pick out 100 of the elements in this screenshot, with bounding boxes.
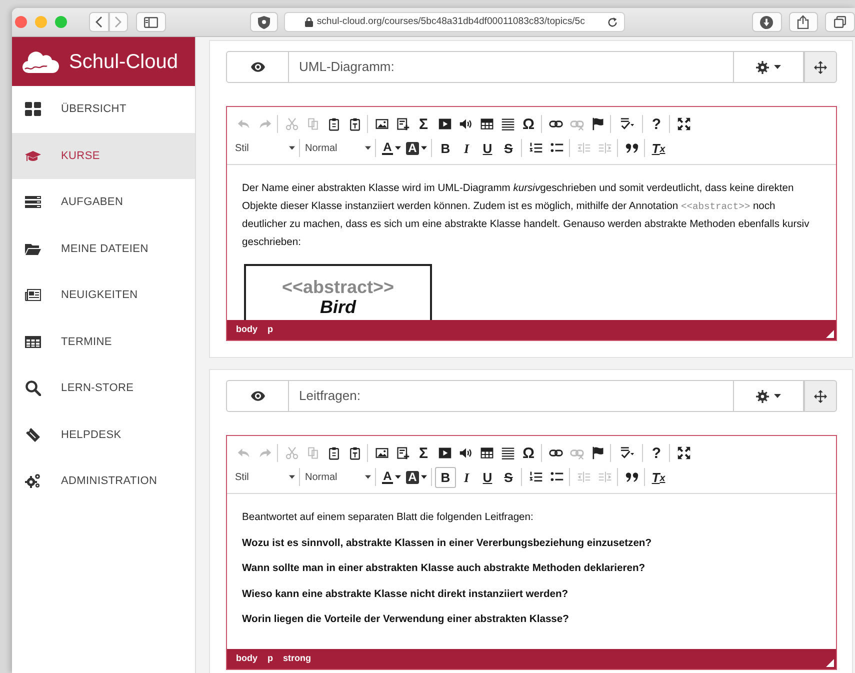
background-color-button[interactable]: A <box>404 466 429 488</box>
horizontal-line-icon <box>500 446 514 460</box>
caret-icon <box>289 475 295 479</box>
nav-item[interactable]: AUFGABEN <box>12 179 195 226</box>
caret-icon <box>774 65 781 69</box>
style-dropdown[interactable]: Stil <box>233 466 297 488</box>
flag-icon <box>590 117 604 131</box>
nav-item[interactable]: HELPDESK <box>12 412 195 458</box>
style-dropdown[interactable]: Normal <box>303 138 373 158</box>
horizontal-line-icon <box>500 117 514 131</box>
search-icon <box>25 380 41 396</box>
outdent-icon <box>576 141 590 155</box>
nav-item[interactable]: ADMINISTRATION <box>12 458 195 504</box>
caret-icon <box>420 146 427 150</box>
format-button[interactable]: S <box>498 138 519 158</box>
bullet-list-icon <box>550 470 564 484</box>
table-icon <box>480 446 494 460</box>
title-field[interactable]: Leitfragen: <box>289 380 733 412</box>
element-path-link[interactable]: p <box>268 323 273 337</box>
nav-item[interactable]: NEUIGKEITEN <box>12 272 195 318</box>
app-title: Schul-Cloud <box>69 50 178 74</box>
download-button[interactable] <box>752 12 782 32</box>
lock-icon <box>304 17 313 27</box>
text-color-button[interactable]: A <box>379 466 404 488</box>
format-button[interactable]: U <box>477 466 498 488</box>
format-button[interactable]: B <box>435 138 456 158</box>
paste-icon <box>326 446 340 460</box>
move-button[interactable] <box>804 380 837 412</box>
format-button[interactable]: I <box>456 138 477 158</box>
caret-icon <box>365 146 371 150</box>
video-icon <box>438 117 452 131</box>
element-path-link[interactable]: p <box>268 652 273 666</box>
blockquote-icon <box>624 141 638 155</box>
gear-icon <box>756 60 769 74</box>
gears-icon <box>25 473 41 490</box>
paragraph: Der Name einer abstrakten Klasse wird im UML-Diagramm kursivgeschrieben und somit verdeutlicht, dass keine direkten Objekte dieser Klasse instanziiert werden können. Zudem ist es möglich, mithilfe der Annotation <<abstract>> noch deutlicher zu machen, dass es sich um eine abstrakte Klasse handelt. Genauso werden abstrakte Methoden ebenfalls kursiv geschrieben: <box>242 182 810 250</box>
indent-icon <box>598 470 612 484</box>
symbol-button[interactable]: ? <box>646 442 667 464</box>
gear-icon <box>756 390 769 402</box>
blockquote-icon <box>624 470 638 484</box>
tasks-icon <box>25 194 41 210</box>
resize-handle[interactable] <box>826 330 834 338</box>
format-button[interactable]: S <box>498 466 519 488</box>
element-path-link[interactable]: strong <box>283 652 311 666</box>
paragraph: Worin liegen die Vorteile der Verwendung einer abstrakten Klasse? <box>242 613 570 627</box>
style-dropdown[interactable]: Stil <box>233 138 297 158</box>
style-dropdown[interactable]: Normal <box>303 466 373 488</box>
audio-icon <box>458 117 472 131</box>
caret-icon <box>420 475 427 479</box>
address-field[interactable]: schul-cloud.org/courses/5bc48a31db4df00011083c83/topics/5c <box>284 12 625 32</box>
back-button[interactable] <box>88 12 108 32</box>
settings-button[interactable] <box>733 380 804 412</box>
settings-button[interactable] <box>733 51 804 83</box>
symbol-button[interactable]: ? <box>646 114 667 134</box>
resize-handle[interactable] <box>826 659 834 667</box>
symbol-button[interactable]: Σ <box>413 442 434 464</box>
ticket-icon <box>25 426 41 443</box>
background-color-button[interactable]: A <box>404 138 429 158</box>
eye-icon <box>250 391 264 401</box>
element-path-link[interactable]: body <box>236 323 258 337</box>
nav-item[interactable]: TERMINE <box>12 318 195 365</box>
newspaper-icon <box>25 287 41 304</box>
indent-icon <box>598 141 612 155</box>
shield-button[interactable] <box>250 12 278 32</box>
nav-item[interactable]: LERN-STORE <box>12 365 195 412</box>
url-text: schul-cloud.org/courses/5bc48a31db4df00011083c83/topics/5c <box>316 14 586 29</box>
reload-button[interactable] <box>606 16 618 28</box>
symbol-button[interactable]: Ω <box>518 442 539 464</box>
nav-item[interactable]: KURSE <box>12 132 195 179</box>
paragraph: Wozu ist es sinnvoll, abstrakte Klassen in einer Vererbungsbeziehung einzusetzen? <box>242 536 653 550</box>
tabs-button[interactable] <box>825 12 855 32</box>
format-button[interactable]: B <box>435 466 456 488</box>
dashboard-icon <box>25 101 41 118</box>
nav-item[interactable]: MEINE DATEIEN <box>12 226 195 272</box>
element-path-link[interactable]: body <box>236 652 258 666</box>
move-button[interactable] <box>804 51 837 83</box>
move-icon <box>814 60 827 74</box>
format-button[interactable]: I <box>456 466 477 488</box>
paragraph: Wieso kann eine abstrakte Klasse nicht direkt instanziiert werden? <box>242 588 570 602</box>
stereotype-label: <<abstract>> <box>280 277 396 297</box>
numbered-list-icon <box>528 470 542 484</box>
image-icon <box>374 117 388 131</box>
nav-item[interactable]: ÜBERSICHT <box>12 86 195 132</box>
undo-icon <box>236 446 250 460</box>
text-color-button[interactable]: A <box>379 138 404 158</box>
symbol-button[interactable]: Ω <box>518 114 539 134</box>
download-icon <box>760 16 774 28</box>
sidebar-icon <box>144 16 158 28</box>
video-icon <box>438 446 452 460</box>
share-button[interactable] <box>788 12 818 32</box>
visibility-button[interactable] <box>226 380 289 412</box>
format-button[interactable]: U <box>477 138 498 158</box>
copy-icon <box>306 117 320 131</box>
title-field[interactable]: UML-Diagramm: <box>289 51 733 83</box>
cloud-icon <box>22 50 60 74</box>
bullet-list-icon <box>550 141 564 155</box>
paragraph: Wann sollte man in einer abstrakten Klasse auch abstrakte Methoden deklarieren? <box>242 562 646 576</box>
symbol-button[interactable]: Σ <box>413 114 434 134</box>
visibility-button[interactable] <box>226 51 289 83</box>
sidebar-button[interactable] <box>136 12 166 32</box>
